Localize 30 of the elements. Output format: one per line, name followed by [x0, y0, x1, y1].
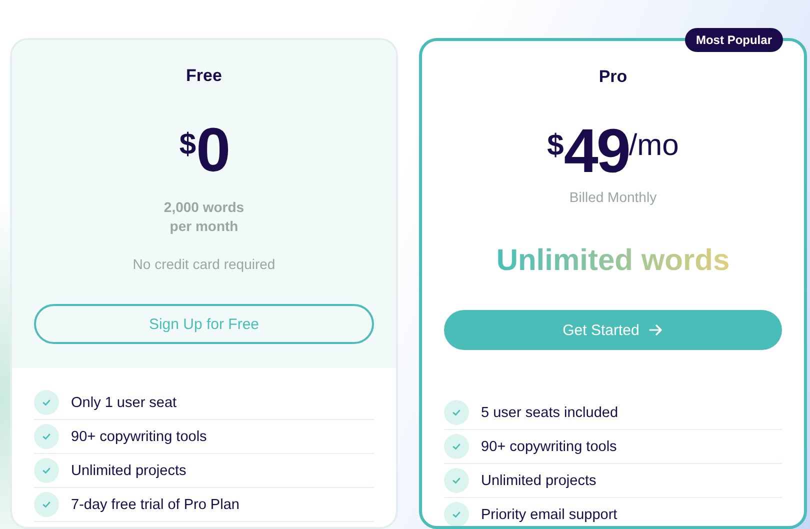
get-started-button[interactable]: Get Started	[444, 310, 782, 350]
billing-period: Billed Monthly	[569, 189, 657, 205]
arrow-right-icon	[649, 324, 664, 336]
feature-text: 7-day free trial of Pro Plan	[71, 496, 240, 512]
plan-note: No credit card required	[132, 256, 276, 272]
price-amount: 49	[564, 119, 629, 185]
feature-text: 90+ copywriting tools	[481, 438, 617, 454]
feature-text: Priority email support	[481, 506, 618, 522]
check-icon	[444, 502, 469, 526]
check-icon	[444, 400, 469, 425]
check-icon	[34, 492, 59, 517]
feature-text: 5 user seats included	[481, 404, 618, 420]
feature-text: Only 1 user seat	[71, 394, 177, 410]
feature-text: Unlimited projects	[481, 472, 596, 488]
plan-name: Pro	[598, 67, 628, 87]
check-icon	[34, 424, 59, 449]
word-limit: 2,000 words per month	[162, 198, 246, 236]
check-icon	[444, 434, 469, 459]
feature-text: Unlimited projects	[71, 462, 186, 478]
price-amount: 0	[196, 118, 229, 184]
price-period: /mo	[628, 129, 679, 163]
check-icon	[34, 458, 59, 483]
sign-up-button[interactable]: Sign Up for Free	[34, 304, 374, 344]
currency-symbol: $	[547, 129, 564, 163]
plan-name: Free	[186, 66, 222, 86]
check-icon	[444, 468, 469, 493]
feature-text: 90+ copywriting tools	[71, 428, 207, 444]
check-icon	[34, 390, 59, 415]
popular-badge: Most Popular	[684, 28, 783, 52]
currency-symbol: $	[179, 128, 196, 162]
